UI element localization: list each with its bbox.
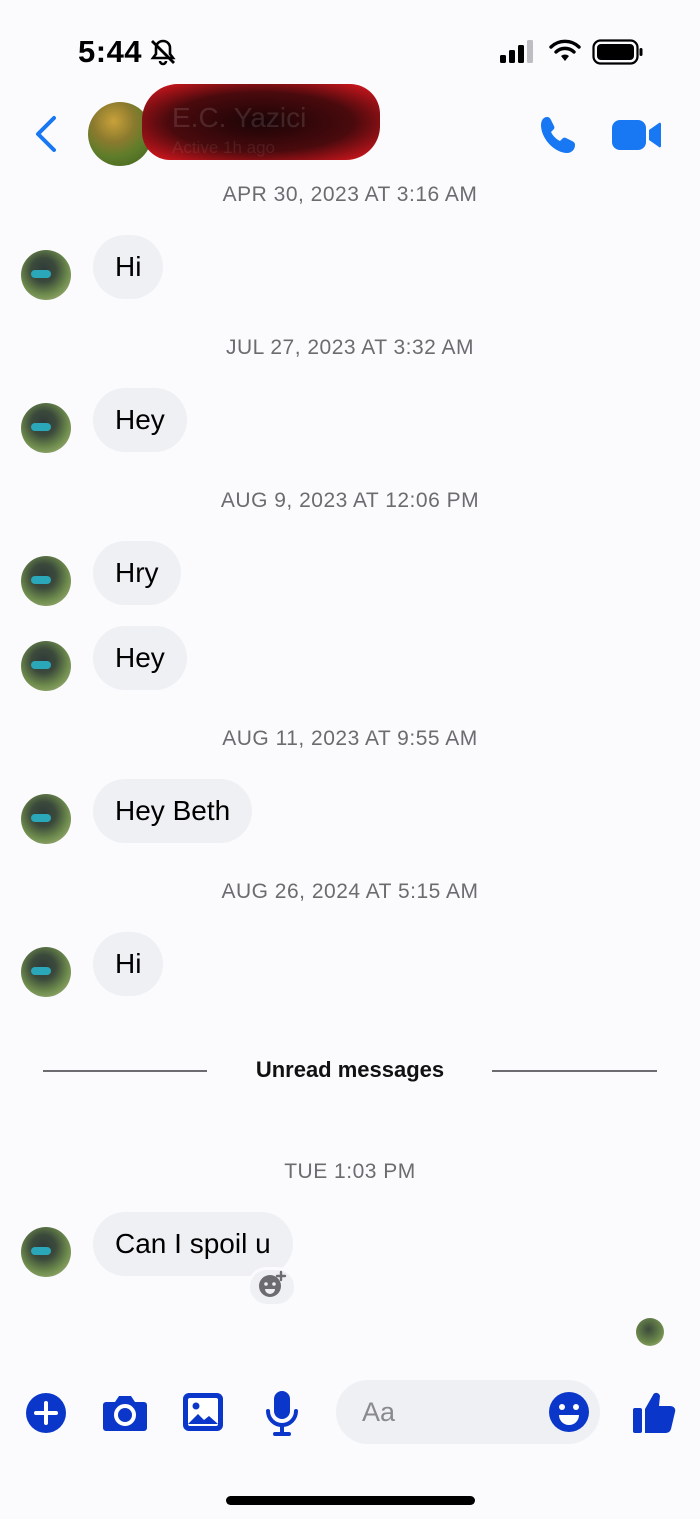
add-reaction-icon [257, 1270, 287, 1305]
message-bubble[interactable]: Hi [93, 932, 164, 996]
timestamp: TUE 1:03 PM [284, 1160, 416, 1183]
sender-avatar[interactable] [21, 250, 71, 300]
timestamp: AUG 26, 2024 AT 5:15 AM [221, 880, 479, 903]
contact-name[interactable]: E.C. Yazici [172, 102, 306, 134]
contact-status: Active 1h ago [172, 138, 276, 157]
sender-avatar[interactable] [21, 556, 71, 606]
camera-icon[interactable] [102, 1394, 148, 1437]
message-bubble[interactable]: Hey [93, 626, 187, 690]
microphone-icon[interactable] [264, 1390, 300, 1441]
add-reaction-button[interactable] [247, 1267, 297, 1307]
message-bubble[interactable]: Hi [93, 235, 164, 299]
bell-muted-icon [149, 38, 177, 71]
battery-icon [592, 39, 644, 70]
timestamp: AUG 9, 2023 AT 12:06 PM [220, 489, 480, 512]
timestamp: APR 30, 2023 AT 3:16 AM [222, 183, 478, 206]
sender-avatar[interactable] [21, 947, 71, 997]
conversation-header: E.C. Yazici Active 1h ago [0, 84, 700, 176]
sender-avatar[interactable] [21, 794, 71, 844]
status-time: 5:44 [78, 34, 143, 69]
sender-avatar[interactable] [21, 1227, 71, 1277]
sender-avatar[interactable] [21, 641, 71, 691]
video-call-icon[interactable] [612, 118, 662, 157]
gallery-image-icon[interactable] [182, 1392, 224, 1437]
home-indicator [226, 1496, 475, 1505]
message-input-placeholder: Aa [362, 1397, 396, 1427]
sender-avatar[interactable] [21, 403, 71, 453]
message-bubble[interactable]: Hey [93, 388, 187, 452]
message-bubble[interactable]: Hry [93, 541, 181, 605]
timestamp: JUL 27, 2023 AT 3:32 AM [225, 336, 475, 359]
message-input[interactable]: Aa [336, 1380, 600, 1444]
divider-line-right [492, 1070, 657, 1072]
timestamp: AUG 11, 2023 AT 9:55 AM [222, 727, 478, 750]
back-chevron-icon[interactable] [30, 114, 60, 159]
plus-circle-icon[interactable] [25, 1392, 67, 1439]
thumbs-up-icon[interactable] [632, 1389, 676, 1440]
wifi-icon [549, 38, 581, 69]
seen-receipt-avatar [636, 1318, 664, 1346]
message-bubble[interactable]: Hey Beth [93, 779, 253, 843]
phone-call-icon[interactable] [538, 114, 580, 161]
cellular-signal-icon [500, 40, 536, 69]
emoji-smiley-icon[interactable] [548, 1391, 590, 1438]
composer-bar: Aa [0, 1375, 700, 1451]
